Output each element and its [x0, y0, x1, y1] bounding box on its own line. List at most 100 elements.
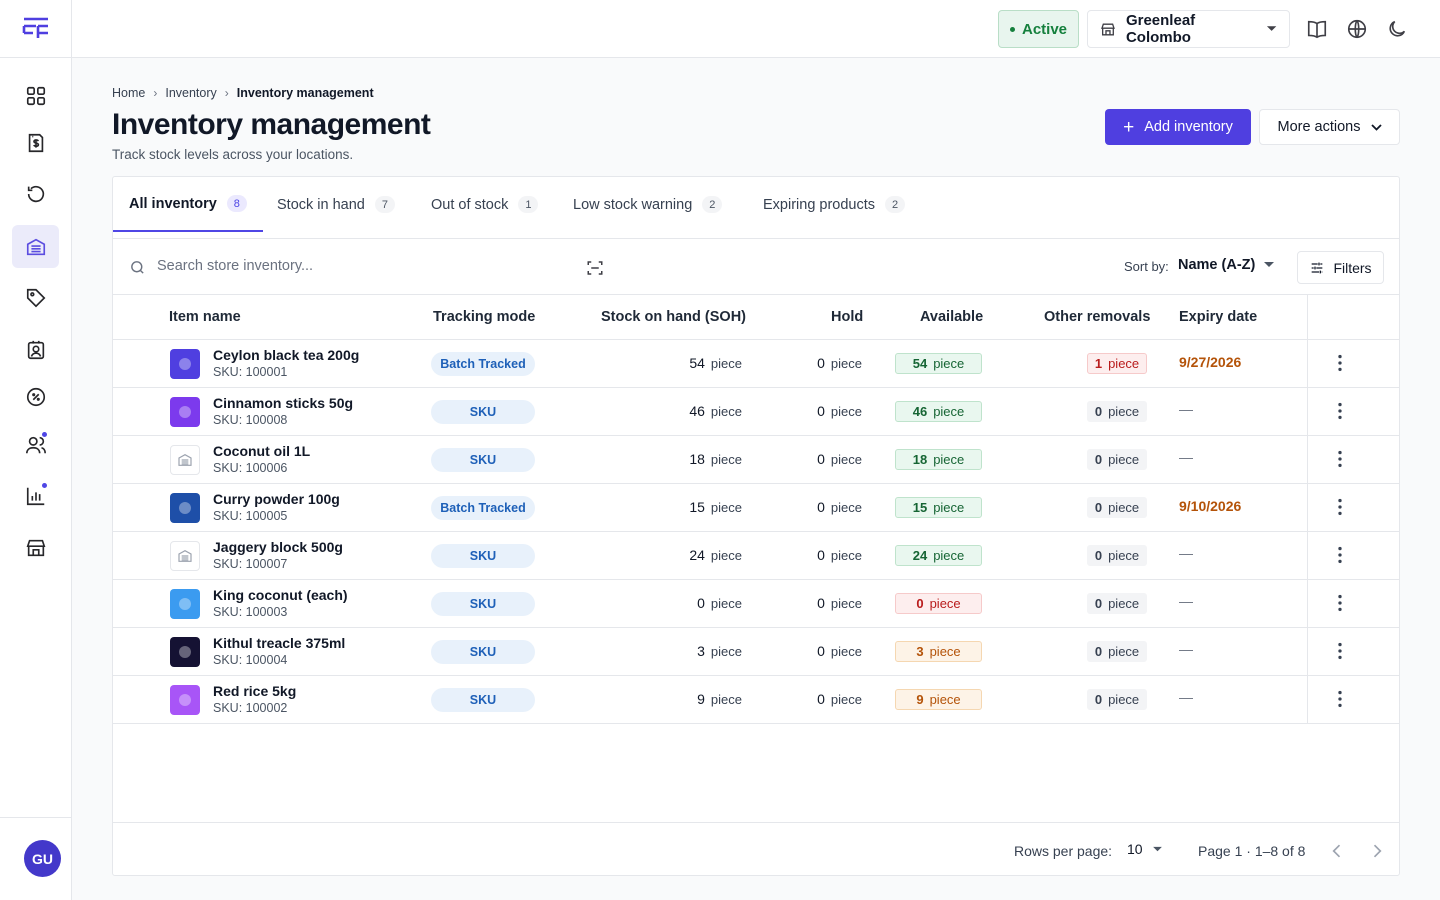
chevron-right-icon[interactable]	[1367, 841, 1387, 861]
nav-billing[interactable]	[12, 121, 59, 164]
kebab-menu-icon[interactable]	[1329, 640, 1351, 662]
rows-per-page-select[interactable]: 10	[1127, 841, 1163, 857]
col-item-name[interactable]: Item name	[169, 309, 241, 325]
kebab-menu-icon[interactable]	[1329, 544, 1351, 566]
unit-label: piece	[1108, 548, 1140, 563]
invoice-icon	[28, 133, 43, 152]
unit-label: piece	[710, 644, 742, 659]
tab-all-inventory[interactable]: All inventory 8	[113, 177, 263, 232]
item-name[interactable]: Ceylon black tea 200g	[213, 347, 359, 363]
soh-value: 0 piece	[697, 595, 742, 611]
item-name[interactable]: King coconut (each)	[213, 587, 348, 603]
nav-dashboard[interactable]	[12, 74, 59, 117]
table-row[interactable]: King coconut (each) SKU: 100003 SKU 0 pie…	[113, 580, 1399, 628]
kebab-menu-icon[interactable]	[1329, 496, 1351, 518]
unit-label: piece	[1108, 404, 1140, 419]
kebab-menu-icon[interactable]	[1329, 688, 1351, 710]
nav-history[interactable]	[12, 172, 59, 215]
soh-number: 54	[689, 355, 705, 371]
nav-staff[interactable]	[12, 328, 59, 371]
table-header: Item name Tracking mode Stock on hand (S…	[113, 295, 1399, 340]
store-selector[interactable]: Greenleaf Colombo	[1087, 10, 1290, 48]
available-pill: 9 piece	[895, 689, 982, 710]
item-name[interactable]: Cinnamon sticks 50g	[213, 395, 353, 411]
kebab-menu-icon[interactable]	[1329, 352, 1351, 374]
available-pill: 3 piece	[895, 641, 982, 662]
hold-value: 0 piece	[817, 595, 862, 611]
item-name[interactable]: Coconut oil 1L	[213, 443, 310, 459]
col-other-removals[interactable]: Other removals	[1044, 309, 1150, 325]
sort-dropdown[interactable]: Name (A-Z)	[1178, 257, 1275, 273]
table-row[interactable]: Ceylon black tea 200g SKU: 100001 Batch …	[113, 340, 1399, 388]
product-thumbnail	[170, 349, 200, 379]
nav-customers[interactable]	[12, 423, 59, 466]
page-subtitle: Track stock levels across your locations…	[112, 147, 354, 162]
breadcrumb: Home › Inventory › Inventory management	[112, 86, 374, 100]
nav-discounts[interactable]	[12, 375, 59, 418]
item-sku: SKU: 100005	[213, 509, 288, 523]
hold-number: 0	[817, 691, 825, 707]
table-row[interactable]: Cinnamon sticks 50g SKU: 100008 SKU 46 pi…	[113, 388, 1399, 436]
col-available[interactable]: Available	[920, 309, 983, 325]
col-tracking-mode[interactable]: Tracking mode	[433, 309, 535, 325]
breadcrumb-home[interactable]: Home	[112, 86, 145, 100]
removals-pill: 0 piece	[1087, 401, 1147, 422]
table-row[interactable]: Coconut oil 1L SKU: 100006 SKU 18 piece 0…	[113, 436, 1399, 484]
removals-number: 0	[1094, 548, 1103, 563]
hold-number: 0	[817, 499, 825, 515]
unit-label: piece	[1108, 644, 1140, 659]
available-number: 18	[912, 452, 928, 467]
brand-logo-icon[interactable]	[22, 16, 50, 40]
tab-low-stock-warning[interactable]: Low stock warning 2	[573, 177, 723, 232]
tracking-mode-badge: SKU	[431, 640, 535, 664]
product-thumbnail	[170, 589, 200, 619]
book-icon[interactable]	[1306, 18, 1328, 40]
col-soh[interactable]: Stock on hand (SOH)	[601, 309, 746, 325]
tab-stock-in-hand[interactable]: Stock in hand 7	[277, 177, 395, 232]
item-sku: SKU: 100006	[213, 461, 288, 475]
table-row[interactable]: Red rice 5kg SKU: 100002 SKU 9 piece 0 pie…	[113, 676, 1399, 724]
item-name[interactable]: Kithul treacle 375ml	[213, 635, 345, 651]
item-sku: SKU: 100002	[213, 701, 288, 715]
item-name[interactable]: Red rice 5kg	[213, 683, 296, 699]
page-title: Inventory management	[112, 108, 431, 141]
soh-value: 15 piece	[689, 499, 742, 515]
kebab-menu-icon[interactable]	[1329, 400, 1351, 422]
hold-number: 0	[817, 355, 825, 371]
available-number: 0	[916, 596, 924, 611]
table-row[interactable]: Kithul treacle 375ml SKU: 100004 SKU 3 pi…	[113, 628, 1399, 676]
nav-inventory[interactable]	[12, 225, 59, 268]
table-row[interactable]: Jaggery block 500g SKU: 100007 SKU 24 pie…	[113, 532, 1399, 580]
item-name[interactable]: Jaggery block 500g	[213, 539, 343, 555]
item-sku: SKU: 100003	[213, 605, 288, 619]
unit-label: piece	[1108, 452, 1140, 467]
globe-icon[interactable]	[1346, 18, 1368, 40]
filters-button[interactable]: Filters	[1297, 251, 1384, 284]
col-expiry-date[interactable]: Expiry date	[1179, 309, 1257, 325]
tab-expiring-products[interactable]: Expiring products 2	[763, 177, 906, 232]
product-placeholder-icon	[170, 445, 200, 475]
nav-promotions[interactable]	[12, 276, 59, 319]
tab-bar: All inventory 8 Stock in hand 7 Out of s…	[113, 177, 1399, 239]
nav-reports[interactable]	[12, 474, 59, 517]
nav-stores[interactable]	[12, 526, 59, 569]
tracking-mode-badge: SKU	[431, 688, 535, 712]
add-inventory-button[interactable]: + Add inventory	[1105, 109, 1251, 145]
table-row[interactable]: Curry powder 100g SKU: 100005 Batch Trac…	[113, 484, 1399, 532]
tab-out-of-stock[interactable]: Out of stock 1	[431, 177, 539, 232]
product-thumbnail	[170, 685, 200, 715]
chevron-left-icon[interactable]	[1327, 841, 1347, 861]
col-hold[interactable]: Hold	[831, 309, 863, 325]
breadcrumb-inventory[interactable]: Inventory	[165, 86, 216, 100]
inventory-card: All inventory 8 Stock in hand 7 Out of s…	[112, 176, 1400, 876]
tab-count-badge: 2	[702, 196, 723, 213]
kebab-menu-icon[interactable]	[1329, 592, 1351, 614]
search-input[interactable]	[157, 255, 537, 277]
soh-value: 54 piece	[689, 355, 742, 371]
more-actions-button[interactable]: More actions	[1259, 109, 1400, 145]
barcode-scan-icon[interactable]	[586, 259, 604, 277]
item-name[interactable]: Curry powder 100g	[213, 491, 340, 507]
kebab-menu-icon[interactable]	[1329, 448, 1351, 470]
user-avatar[interactable]: GU	[24, 840, 61, 877]
moon-icon[interactable]	[1386, 18, 1408, 40]
